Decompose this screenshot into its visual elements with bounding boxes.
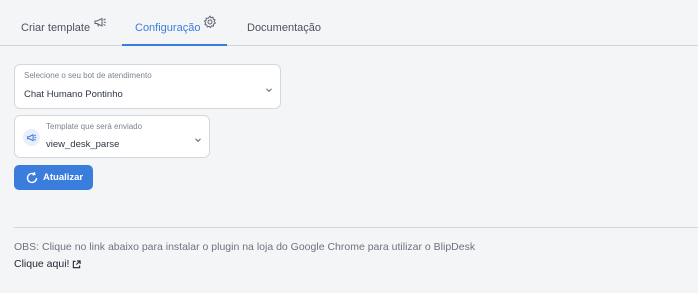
external-link-icon — [72, 259, 82, 269]
bot-select-caption: Selecione o seu bot de atendimento — [24, 71, 152, 80]
chrome-store-link[interactable]: Clique aqui! — [14, 258, 82, 270]
template-select-caption: Template que será enviado — [46, 122, 143, 131]
megaphone-icon — [23, 129, 40, 146]
tab-bar: Criar template Configuração Documentação — [0, 0, 698, 46]
template-select-value: view_desk_parse — [46, 139, 120, 150]
tab-label: Configuração — [135, 22, 201, 34]
tab-configuracao[interactable]: Configuração — [122, 13, 227, 46]
update-button-label: Atualizar — [43, 172, 84, 183]
obs-text: OBS: Clique no link abaixo para instalar… — [14, 241, 476, 253]
tab-documentacao[interactable]: Documentação — [247, 13, 321, 45]
chevron-down-icon — [193, 132, 203, 143]
tab-label: Documentação — [247, 22, 321, 34]
bot-select[interactable]: Selecione o seu bot de atendimento Chat … — [14, 64, 281, 109]
tab-label: Criar template — [21, 22, 91, 34]
tab-create-template[interactable]: Criar template — [21, 13, 107, 45]
template-select[interactable]: Template que será enviado view_desk_pars… — [14, 115, 210, 158]
link-label: Clique aqui! — [14, 258, 70, 270]
refresh-icon — [25, 171, 39, 185]
gear-icon — [203, 15, 217, 29]
section-divider — [14, 227, 698, 228]
megaphone-icon — [93, 15, 107, 29]
bot-select-value: Chat Humano Pontinho — [24, 89, 123, 100]
chevron-down-icon — [264, 82, 274, 93]
update-button[interactable]: Atualizar — [14, 165, 93, 190]
plugin-config-page: Criar template Configuração Documentação — [0, 0, 698, 293]
